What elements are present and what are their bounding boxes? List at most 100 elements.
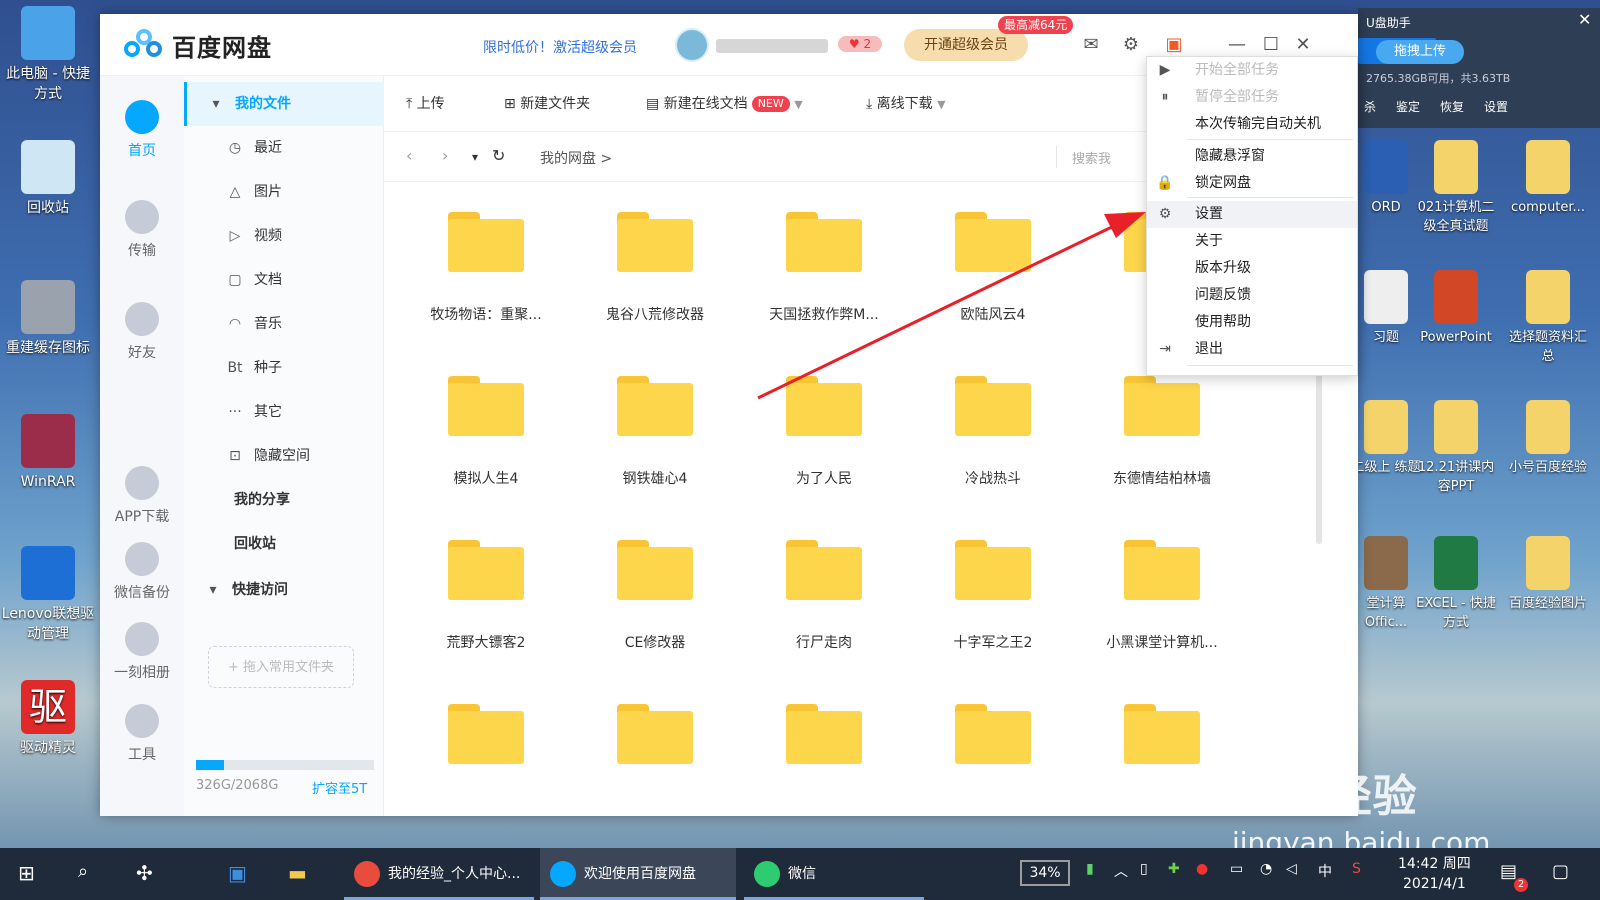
desktop-icon[interactable]: 回收站 — [0, 140, 96, 218]
forward-icon[interactable]: › — [442, 146, 448, 165]
action-center-icon[interactable]: ▢ — [1552, 861, 1569, 882]
helper-action[interactable]: 恢复 — [1440, 98, 1464, 115]
tray-app-icon[interactable]: ● — [1196, 861, 1208, 877]
helper-action[interactable]: 鉴定 — [1396, 98, 1420, 115]
desktop-icon[interactable]: 百度经验图片 — [1506, 536, 1590, 613]
taskbar-app[interactable]: 微信 — [744, 848, 924, 900]
close-icon[interactable]: ✕ — [1578, 10, 1591, 29]
close-icon[interactable]: ✕ — [1292, 34, 1314, 56]
new-online-doc-button[interactable]: ▤ 新建在线文档 NEW ▼ — [646, 93, 803, 113]
sidebar-item[interactable]: 我的分享 — [184, 478, 384, 522]
minimize-icon[interactable]: — — [1226, 34, 1248, 56]
menu-item[interactable]: 版本升级 — [1147, 255, 1357, 282]
sidebar-item[interactable]: ▾ 快捷访问 — [184, 568, 384, 612]
folder-item[interactable]: CE修改器 — [570, 512, 740, 662]
folder-item[interactable]: 欧陆风云4 — [908, 184, 1078, 334]
folder-item[interactable] — [570, 676, 740, 800]
avatar[interactable] — [675, 28, 709, 62]
desktop-icon[interactable]: 小号百度经验 — [1506, 400, 1590, 477]
store-icon[interactable]: ▣ — [228, 861, 247, 885]
tray-expand-icon[interactable]: ︿ — [1114, 861, 1128, 881]
pinwheel-icon[interactable]: ✣ — [136, 861, 153, 885]
sidebar-item[interactable]: ⊡ 隐藏空间 — [184, 434, 384, 478]
menu-item[interactable]: 🔒 锁定网盘 — [1147, 170, 1357, 197]
folder-item[interactable]: 行尸走肉 — [739, 512, 909, 662]
folder-item[interactable]: 小黑课堂计算机... — [1077, 512, 1247, 662]
settings-icon[interactable]: ⚙ — [1120, 34, 1142, 56]
offline-download-button[interactable]: ⤓ 离线下载 ▼ — [866, 93, 946, 113]
menu-item[interactable]: 隐藏悬浮窗 — [1147, 143, 1357, 170]
history-dropdown-icon[interactable]: ▾ — [472, 150, 478, 164]
sidebar-item[interactable]: ◷ 最近 — [184, 126, 384, 170]
expand-storage-link[interactable]: 扩容至5T — [312, 778, 367, 797]
rail-item-phone[interactable]: APP下载 — [100, 466, 184, 526]
sogou-icon[interactable]: S — [1352, 861, 1361, 877]
heart-badge[interactable]: ♥ 2 — [838, 36, 882, 52]
folder-item[interactable]: 为了人民 — [739, 348, 909, 498]
folder-item[interactable]: 十字军之王2 — [908, 512, 1078, 662]
folder-item[interactable]: 冷战热斗 — [908, 348, 1078, 498]
menu-item[interactable]: 问题反馈 — [1147, 282, 1357, 309]
rail-item-album[interactable]: 一刻相册 — [100, 622, 184, 682]
rail-item-friends[interactable]: 好友 — [100, 302, 184, 362]
folder-item[interactable]: 模拟人生4 — [401, 348, 571, 498]
desktop-icon[interactable]: 重建缓存图标 — [0, 280, 96, 358]
desktop-icon[interactable]: WinRAR — [0, 414, 96, 492]
rail-item-transfer[interactable]: 传输 — [100, 200, 184, 260]
folder-item[interactable] — [739, 676, 909, 800]
notes-icon[interactable]: ▤ — [1500, 861, 1517, 882]
desktop-icon[interactable]: PowerPoint — [1414, 270, 1498, 347]
sidebar-item[interactable]: ▾ 我的文件 — [184, 82, 384, 126]
sidebar-item[interactable]: ▢ 文档 — [184, 258, 384, 302]
folder-item[interactable] — [908, 676, 1078, 800]
volume-icon[interactable]: ◁ — [1286, 861, 1297, 877]
menu-item[interactable]: 本次传输完自动关机 — [1147, 111, 1357, 138]
desktop-icon[interactable]: 021计算机二级全真试题 — [1414, 140, 1498, 236]
chevron-down-icon[interactable]: ▼ — [937, 98, 945, 111]
refresh-icon[interactable]: ↻ — [492, 146, 505, 165]
menu-item[interactable]: 关于 — [1147, 228, 1357, 255]
upload-button[interactable]: ⤒ 上传 — [406, 93, 445, 113]
desktop-icon[interactable]: Lenovo联想驱动管理 — [0, 546, 96, 644]
menu-item[interactable]: 使用帮助 — [1147, 309, 1357, 336]
rail-item-cloud[interactable]: 首页 — [100, 100, 184, 160]
helper-action[interactable]: 杀 — [1364, 98, 1376, 115]
search-input[interactable]: 搜索我 — [1072, 148, 1111, 167]
sidebar-item[interactable]: ▷ 视频 — [184, 214, 384, 258]
windows-start-icon[interactable]: ⊞ — [18, 861, 35, 885]
power-icon[interactable]: ▭ — [1230, 861, 1243, 877]
sidebar-item[interactable]: 回收站 — [184, 522, 384, 566]
desktop-icon[interactable]: computer... — [1506, 140, 1590, 217]
mail-icon[interactable]: ✉ — [1080, 34, 1102, 56]
menu-item[interactable]: ⚙ 设置 — [1147, 201, 1357, 228]
usb-icon[interactable]: ▯ — [1140, 861, 1148, 877]
maximize-icon[interactable]: ☐ — [1260, 34, 1282, 56]
promo-link[interactable]: 限时低价！激活超级会员 — [483, 37, 637, 57]
desktop-icon[interactable]: 驱驱动精灵 — [0, 680, 96, 758]
sidebar-item[interactable]: ◠ 音乐 — [184, 302, 384, 346]
chevron-down-icon[interactable]: ▼ — [794, 98, 802, 111]
desktop-icon[interactable]: 此电脑 - 快捷方式 — [0, 6, 96, 104]
folder-item[interactable]: 钢铁雄心4 — [570, 348, 740, 498]
folder-item[interactable]: 牧场物语：重聚... — [401, 184, 571, 334]
folder-item[interactable] — [1077, 676, 1247, 800]
search-icon[interactable]: ⌕ — [78, 861, 88, 882]
desktop-icon[interactable]: 选择题资料汇总 — [1506, 270, 1590, 366]
ime-indicator[interactable]: 中 — [1318, 861, 1332, 881]
wifi-icon[interactable]: ◔ — [1260, 861, 1272, 877]
clock[interactable]: 14:42 周四 2021/4/1 — [1398, 854, 1471, 894]
drag-upload-button[interactable]: 拖拽上传 — [1376, 40, 1464, 64]
folder-item[interactable]: 天国拯救作弊M... — [739, 184, 909, 334]
sidebar-item[interactable]: ··· 其它 — [184, 390, 384, 434]
desktop-icon[interactable]: 12.21讲课内容PPT — [1414, 400, 1498, 496]
sidebar-item[interactable]: Bt 种子 — [184, 346, 384, 390]
folder-item[interactable] — [401, 676, 571, 800]
helper-action[interactable]: 设置 — [1484, 98, 1508, 115]
desktop-icon[interactable]: EXCEL - 快捷方式 — [1414, 536, 1498, 632]
back-icon[interactable]: ‹ — [406, 146, 412, 165]
folder-item[interactable]: 荒野大镖客2 — [401, 512, 571, 662]
security-icon[interactable]: ✚ — [1168, 861, 1180, 877]
rail-item-wechat[interactable]: 微信备份 — [100, 542, 184, 602]
folder-item[interactable]: 鬼谷八荒修改器 — [570, 184, 740, 334]
quick-access-drop-zone[interactable]: + 拖入常用文件夹 — [208, 646, 354, 688]
